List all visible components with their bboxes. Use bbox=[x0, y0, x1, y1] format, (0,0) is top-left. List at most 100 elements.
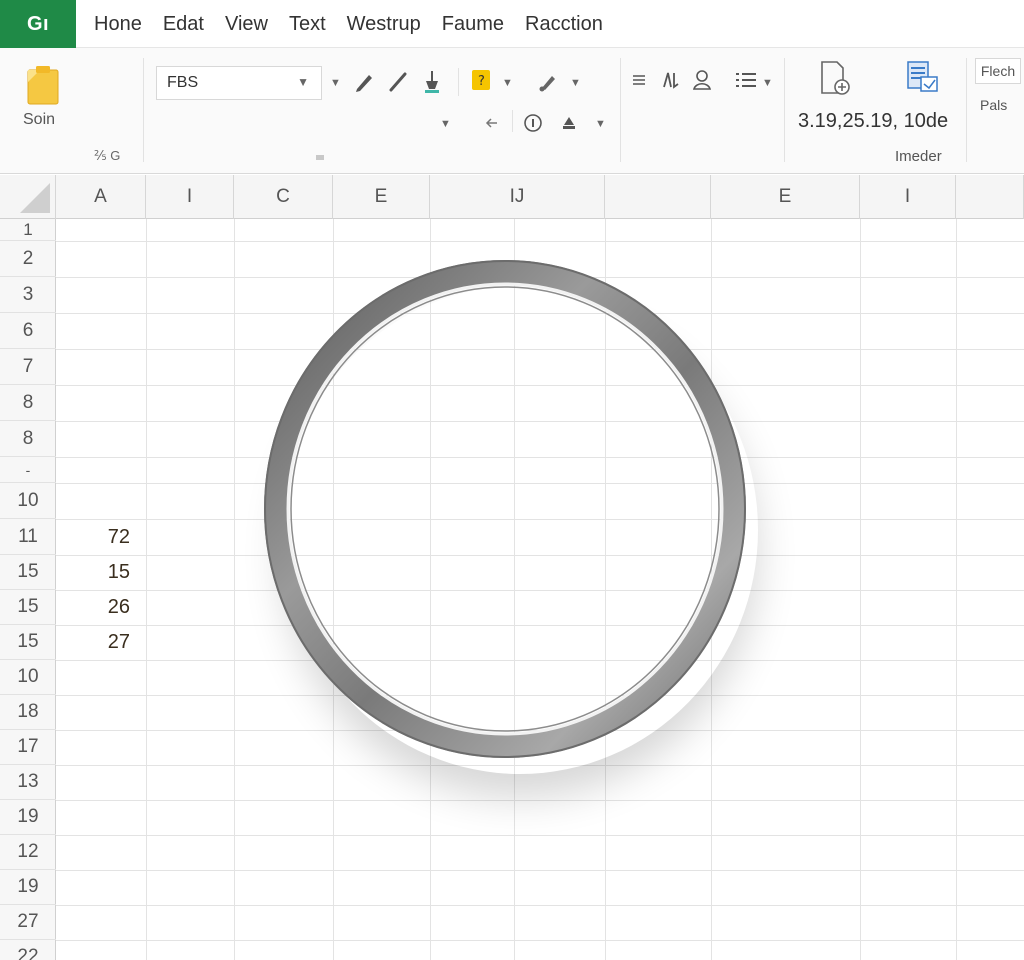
ribbon-separator bbox=[966, 58, 967, 162]
column-header[interactable]: IJ bbox=[430, 175, 605, 219]
menu-view[interactable]: View bbox=[225, 13, 268, 36]
highlight-icon[interactable]: ? bbox=[470, 68, 492, 92]
column-gridline bbox=[956, 219, 957, 960]
fetch-button[interactable]: Flech bbox=[975, 58, 1021, 84]
font-size-caret[interactable]: ▼ bbox=[330, 77, 341, 89]
chevron-down-icon: ▼ bbox=[297, 75, 309, 89]
column-header[interactable]: I bbox=[860, 175, 956, 219]
list-icon[interactable] bbox=[732, 68, 760, 92]
table-insert-icon[interactable] bbox=[902, 58, 942, 98]
select-all-button[interactable] bbox=[0, 175, 56, 219]
row-header[interactable]: 8 bbox=[0, 385, 56, 421]
row-gridline bbox=[56, 940, 1024, 941]
cell-value[interactable]: 26 bbox=[56, 590, 130, 625]
row-header[interactable]: 6 bbox=[0, 313, 56, 349]
undo-arrow-icon[interactable] bbox=[482, 114, 500, 132]
svg-text:?: ? bbox=[478, 74, 485, 89]
row-header[interactable]: 22 bbox=[0, 940, 56, 960]
cell-value[interactable]: 27 bbox=[56, 625, 130, 660]
row-header[interactable]: 3 bbox=[0, 277, 56, 313]
ring-shape[interactable] bbox=[262, 258, 748, 760]
row-gridline bbox=[56, 835, 1024, 836]
column-header[interactable]: E bbox=[333, 175, 430, 219]
clipboard-group-caption: ⅖ G bbox=[94, 148, 121, 163]
row-header[interactable]: 19 bbox=[0, 800, 56, 835]
ribbon-separator bbox=[620, 58, 621, 162]
row-gridline bbox=[56, 905, 1024, 906]
column-header[interactable] bbox=[605, 175, 711, 219]
row-gridline bbox=[56, 800, 1024, 801]
row-header-bar: 1 2 3 6 7 8 8-10 11 15 15 15 10 18 17 13 19 12 19 27 22 bbox=[0, 219, 56, 960]
row-gridline bbox=[56, 241, 1024, 242]
row-header[interactable]: 15 bbox=[0, 590, 56, 625]
align-icon[interactable] bbox=[630, 70, 648, 90]
menu-frame[interactable]: Faume bbox=[442, 13, 504, 36]
font-name-dropdown[interactable]: FBS ▼ bbox=[156, 66, 322, 100]
highlight-caret[interactable]: ▼ bbox=[502, 77, 513, 89]
select-all-triangle-icon bbox=[20, 183, 50, 213]
ribbon-separator bbox=[143, 58, 144, 162]
column-gridline bbox=[146, 219, 147, 960]
menu-home[interactable]: Hone bbox=[94, 13, 142, 36]
menu-reaction[interactable]: Racction bbox=[525, 13, 603, 36]
row-header[interactable]: 8 bbox=[0, 421, 56, 457]
menu-text[interactable]: Text bbox=[289, 13, 326, 36]
menu-items: Hone Edat View Text Westrup Faume Raccti… bbox=[94, 0, 624, 48]
cell-value[interactable]: 72 bbox=[56, 519, 130, 555]
paint-bucket-icon[interactable] bbox=[420, 68, 444, 96]
paste-clipboard-icon bbox=[27, 66, 59, 105]
column-gridline bbox=[860, 219, 861, 960]
row-gridline bbox=[56, 870, 1024, 871]
row-header[interactable]: 17 bbox=[0, 730, 56, 765]
row-header[interactable]: - bbox=[0, 457, 56, 483]
line-icon[interactable] bbox=[386, 70, 410, 94]
row-header[interactable]: 11 bbox=[0, 519, 56, 555]
pals-label: Pals bbox=[980, 97, 1008, 113]
new-document-icon[interactable] bbox=[816, 58, 856, 98]
app-logo[interactable]: Gı bbox=[0, 0, 76, 48]
ribbon-separator bbox=[784, 58, 785, 162]
row-header[interactable]: 10 bbox=[0, 660, 56, 695]
list-caret[interactable]: ▼ bbox=[762, 77, 773, 89]
size-caret[interactable]: ▼ bbox=[440, 118, 451, 130]
fill-caret[interactable]: ▼ bbox=[595, 118, 606, 130]
row-header[interactable]: 15 bbox=[0, 555, 56, 590]
column-header[interactable] bbox=[956, 175, 1024, 219]
ribbon: Soin ⅖ G FBS ▼ ▼ ? ▼ ▼ ▼ ▼ ▼ 3.19,25.19,… bbox=[0, 48, 1024, 174]
brush-icon[interactable] bbox=[536, 70, 560, 94]
brush-caret[interactable]: ▼ bbox=[570, 77, 581, 89]
menu-setup[interactable]: Westrup bbox=[347, 13, 421, 36]
info-icon[interactable] bbox=[522, 112, 544, 134]
row-header[interactable]: 19 bbox=[0, 870, 56, 905]
row-header[interactable]: 2 bbox=[0, 241, 56, 277]
row-header[interactable]: 12 bbox=[0, 835, 56, 870]
person-icon[interactable] bbox=[690, 68, 714, 92]
font-name-value: FBS bbox=[167, 74, 199, 91]
text-direction-icon[interactable] bbox=[658, 68, 682, 92]
row-header[interactable]: 15 bbox=[0, 625, 56, 660]
paste-label: Soin bbox=[23, 111, 56, 128]
insert-group-caption: Imeder bbox=[895, 148, 942, 165]
row-header[interactable]: 27 bbox=[0, 905, 56, 940]
column-header[interactable]: A bbox=[56, 175, 146, 219]
cell-value[interactable]: 15 bbox=[56, 555, 130, 590]
column-header-bar: A I C E IJ E I bbox=[0, 175, 1024, 219]
row-gridline bbox=[56, 765, 1024, 766]
row-header[interactable]: 1 bbox=[0, 219, 56, 241]
row-header[interactable]: 10 bbox=[0, 483, 56, 519]
row-header[interactable]: 13 bbox=[0, 765, 56, 800]
font-group-dialog-launcher[interactable] bbox=[316, 155, 324, 160]
ribbon-separator bbox=[512, 110, 513, 132]
column-header[interactable]: I bbox=[146, 175, 234, 219]
row-header[interactable]: 18 bbox=[0, 695, 56, 730]
row-header[interactable]: 7 bbox=[0, 349, 56, 385]
ring-graphic bbox=[264, 260, 746, 758]
pencil-icon[interactable] bbox=[352, 70, 376, 94]
column-gridline bbox=[234, 219, 235, 960]
menu-bar: Gı Hone Edat View Text Westrup Faume Rac… bbox=[0, 0, 1024, 48]
column-header[interactable]: E bbox=[711, 175, 860, 219]
menu-edit[interactable]: Edat bbox=[163, 13, 204, 36]
column-header[interactable]: C bbox=[234, 175, 333, 219]
ribbon-separator bbox=[458, 68, 459, 96]
fill-icon[interactable] bbox=[558, 112, 580, 134]
